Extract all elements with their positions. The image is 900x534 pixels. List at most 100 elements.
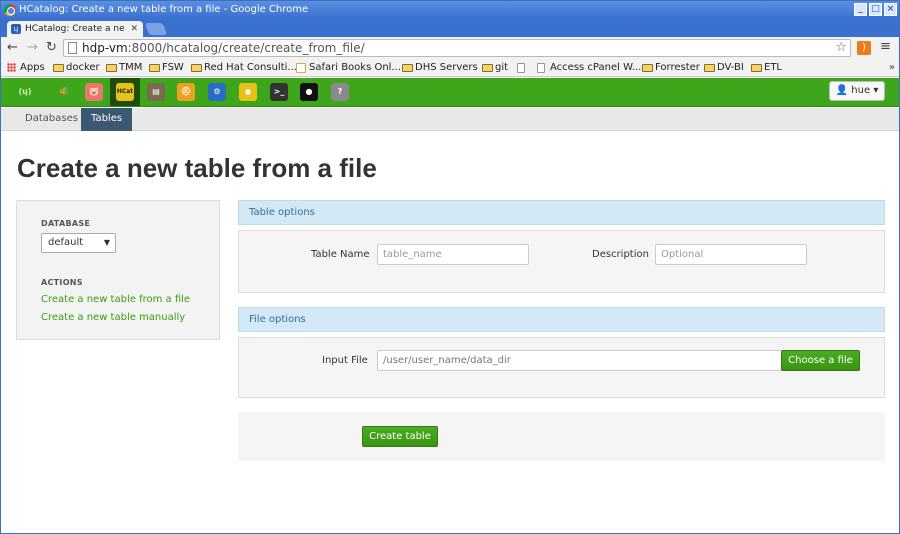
bookmark-label: docker <box>66 62 100 73</box>
shell-icon[interactable]: >_ <box>270 83 288 101</box>
browser-window: HCatalog: Create a new table from a file… <box>0 0 900 534</box>
database-selected-value: default <box>48 237 84 248</box>
address-bar[interactable]: hdp-vm:8000/hcatalog/create/create_from_… <box>63 39 851 57</box>
bookmark-docker[interactable]: docker <box>53 59 100 77</box>
bookmark-apps[interactable]: Apps <box>7 59 45 77</box>
user-admin-icon[interactable]: ● <box>300 83 318 101</box>
database-header: DATABASE <box>41 219 91 228</box>
folder-icon <box>402 64 413 72</box>
menu-icon[interactable]: ≡ <box>880 39 891 54</box>
database-select[interactable]: default ▼ <box>41 233 116 253</box>
create-from-file-link[interactable]: Create a new table from a file <box>41 294 190 305</box>
bookmark-label: TMM <box>119 62 143 73</box>
page-icon <box>517 63 525 73</box>
hue-favicon-icon: ɥ <box>11 24 21 34</box>
form-actions: Create table <box>238 412 885 461</box>
url-host: hdp-vm <box>82 41 128 55</box>
user-menu-button[interactable]: 👤 hue ▾ <box>829 81 885 101</box>
folder-icon <box>642 64 653 72</box>
window-controls: _ □ × <box>854 3 897 16</box>
file-options-panel: Input File /user/user_name/data_dir Choo… <box>238 337 885 398</box>
choose-file-button[interactable]: Choose a file <box>781 350 860 371</box>
table-name-input[interactable]: table_name <box>377 244 529 265</box>
maximize-icon[interactable]: □ <box>869 3 882 16</box>
bookmark-cpanel[interactable]: Access cPanel W... <box>537 59 641 77</box>
bookmark-label: Apps <box>20 62 45 73</box>
tab-close-icon[interactable]: ✕ <box>130 21 138 37</box>
input-file-field[interactable]: /user/user_name/data_dir <box>377 350 783 371</box>
bookmark-label: Access cPanel W... <box>550 62 642 73</box>
help-icon[interactable]: ? <box>331 83 349 101</box>
description-label: Description <box>592 249 649 260</box>
folder-icon <box>751 64 762 72</box>
minimize-icon[interactable]: _ <box>854 3 867 16</box>
bookmarks-bar: Apps docker TMM FSW Red Hat Consulti... … <box>1 59 899 77</box>
description-input[interactable]: Optional <box>655 244 807 265</box>
bookmarks-overflow-icon[interactable]: » <box>889 59 895 77</box>
table-options-panel: Table Name table_name Description Option… <box>238 230 885 293</box>
hive-icon[interactable]: 🐝 <box>55 83 73 101</box>
bookmark-tmm[interactable]: TMM <box>106 59 142 77</box>
reload-icon[interactable]: ↻ <box>46 40 57 56</box>
url-path: :8000/hcatalog/create/create_from_file/ <box>127 41 365 55</box>
apps-icon <box>7 63 16 72</box>
bookmark-fsw[interactable]: FSW <box>149 59 184 77</box>
bookmark-label: ETL <box>764 62 782 73</box>
bookmark-safari[interactable]: Safari Books Onl... <box>296 59 401 77</box>
bookmark-red-hat[interactable]: Red Hat Consulti... <box>191 59 297 77</box>
window-titlebar[interactable]: HCatalog: Create a new table from a file… <box>1 1 899 19</box>
tab-strip: ɥ HCatalog: Create a ne ✕ <box>1 19 899 37</box>
new-tab-button[interactable] <box>144 23 168 35</box>
rss-icon[interactable]: ) <box>857 41 871 55</box>
tab-databases[interactable]: Databases <box>15 108 88 131</box>
user-icon: 👤 <box>835 85 849 96</box>
table-options-heading: Table options <box>238 200 885 225</box>
folder-icon <box>191 64 202 72</box>
bookmark-label: git <box>495 62 509 73</box>
select-caret-icon: ▼ <box>103 238 110 247</box>
user-name: hue <box>851 85 871 96</box>
bookmark-label: Forrester <box>655 62 700 73</box>
page-icon <box>68 42 77 54</box>
create-manually-link[interactable]: Create a new table manually <box>41 312 185 323</box>
browser-tab[interactable]: ɥ HCatalog: Create a ne ✕ <box>7 21 143 37</box>
table-name-label: Table Name <box>311 249 370 260</box>
bookmark-etl[interactable]: ETL <box>751 59 782 77</box>
bookmark-label: Red Hat Consulti... <box>204 62 297 73</box>
back-arrow-icon[interactable]: ← <box>7 40 18 56</box>
bookmark-star-icon[interactable]: ☆ <box>835 40 847 56</box>
hcatalog-icon[interactable]: HCat <box>116 83 134 101</box>
folder-icon <box>704 64 715 72</box>
bookmark-label: Safari Books Onl... <box>309 62 401 73</box>
chrome-logo-icon <box>4 4 16 16</box>
bookmark-label: DHS Servers <box>415 62 478 73</box>
page-icon <box>537 63 545 73</box>
job-designer-icon[interactable]: ⚙ <box>208 83 226 101</box>
close-icon[interactable]: × <box>884 3 897 16</box>
folder-icon <box>482 64 493 72</box>
job-browser-icon[interactable]: ⛑ <box>177 83 195 101</box>
bookmark-dv-bi[interactable]: DV-BI <box>704 59 744 77</box>
tab-title: HCatalog: Create a ne <box>25 24 125 34</box>
oozie-icon[interactable]: ◉ <box>239 83 257 101</box>
window-title: HCatalog: Create a new table from a file… <box>19 4 309 15</box>
folder-icon <box>149 64 160 72</box>
pig-icon[interactable]: 🐷 <box>85 83 103 101</box>
hue-navbar: (ɥ) 🐝 🐷 HCat ▤ ⛑ ⚙ ◉ >_ ●? 👤 hue ▾ <box>1 78 899 107</box>
bookmark-label: FSW <box>162 62 184 73</box>
file-options-heading: File options <box>238 307 885 332</box>
folder-icon <box>106 64 117 72</box>
bookmark-forrester[interactable]: Forrester <box>642 59 700 77</box>
hue-logo-icon[interactable]: (ɥ) <box>16 83 34 101</box>
actions-header: ACTIONS <box>41 278 83 287</box>
tab-tables[interactable]: Tables <box>81 108 133 131</box>
file-browser-icon[interactable]: ▤ <box>147 83 165 101</box>
caret-down-icon: ▾ <box>873 85 879 96</box>
bookmark-dhs-servers[interactable]: DHS Servers <box>402 59 478 77</box>
forward-arrow-icon[interactable]: → <box>27 40 38 56</box>
bookmark-label: DV-BI <box>717 62 744 73</box>
bookmark-git[interactable]: git <box>482 59 508 77</box>
page-title: Create a new table from a file <box>17 153 377 183</box>
create-table-button[interactable]: Create table <box>362 426 438 447</box>
sidebar: DATABASE default ▼ ACTIONS Create a new … <box>16 200 220 340</box>
